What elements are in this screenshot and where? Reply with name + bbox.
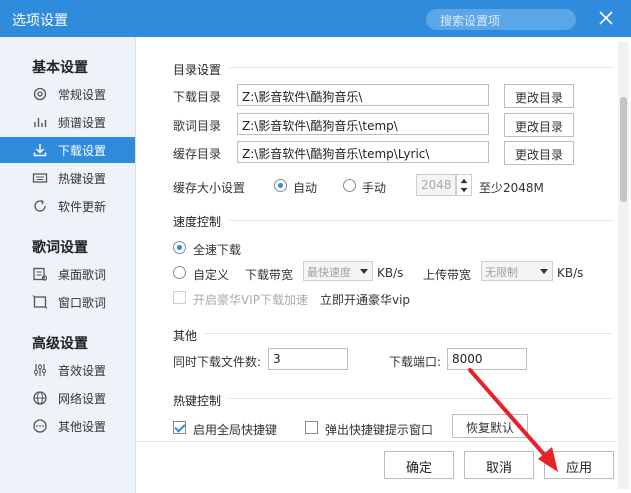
- sidebar-item-label: 其他设置: [58, 420, 107, 434]
- download-dir-label: 下载目录: [173, 90, 222, 104]
- chevron-down-icon: [540, 269, 548, 274]
- globe-icon: [33, 391, 47, 405]
- desktop-lyric-icon: [33, 267, 48, 281]
- more-icon: [33, 419, 47, 433]
- title-bar: 选项设置 搜索设置项: [0, 0, 631, 37]
- cache-manual-label: 手动: [362, 181, 387, 195]
- sidebar-item-window-lyric[interactable]: 窗口歌词: [0, 289, 135, 315]
- settings-panel: 目录设置 下载目录 Z:\影音软件\酷狗音乐\ 更改目录 歌词目录 Z:\影音软…: [137, 37, 631, 493]
- sidebar-item-label: 桌面歌词: [58, 268, 107, 282]
- cache-dir-label: 缓存目录: [173, 147, 222, 161]
- equalizer-icon: [33, 364, 47, 376]
- sidebar-item-other[interactable]: 其他设置: [0, 413, 135, 439]
- scrollbar[interactable]: [618, 42, 629, 489]
- global-hotkey-checkbox[interactable]: [173, 421, 186, 434]
- sidebar-item-label: 音效设置: [58, 364, 107, 378]
- cache-size-label: 缓存大小设置: [173, 181, 246, 195]
- upload-bandwidth-value: 无限制: [485, 266, 518, 279]
- sidebar-item-label: 网络设置: [58, 392, 107, 406]
- chevron-up-icon[interactable]: [458, 176, 470, 185]
- download-dir-field[interactable]: Z:\影音软件\酷狗音乐\: [237, 84, 489, 106]
- download-icon: [33, 144, 47, 157]
- change-cache-dir-button[interactable]: 更改目录: [504, 141, 574, 165]
- sidebar-item-hotkey[interactable]: 热键设置: [0, 165, 135, 191]
- window-lyric-icon: [32, 295, 48, 309]
- download-bandwidth-select[interactable]: 最快速度: [303, 261, 373, 281]
- footer-divider: [137, 441, 617, 442]
- upload-bandwidth-label: 上传带宽: [423, 268, 472, 282]
- full-speed-radio[interactable]: [173, 241, 186, 254]
- divider: [205, 333, 613, 334]
- download-unit: KB/s: [377, 266, 404, 280]
- popup-tip-label: 弹出快捷键提示窗口: [325, 423, 434, 437]
- custom-speed-label: 自定义: [193, 268, 230, 282]
- cache-auto-label: 自动: [293, 181, 318, 195]
- download-port-field[interactable]: 8000: [447, 348, 527, 370]
- change-download-dir-button[interactable]: 更改目录: [504, 84, 574, 108]
- chevron-down-icon: [360, 269, 368, 274]
- group-title-other: 其他: [173, 329, 198, 343]
- cache-dir-field[interactable]: Z:\影音软件\酷狗音乐\temp\Lyric\: [237, 141, 489, 163]
- sidebar-item-general[interactable]: 常规设置: [0, 81, 135, 107]
- sidebar: 基本设置 常规设置 频谱设置 下载设置 热键设置 软件更新 歌词设置 桌面歌词 …: [0, 37, 136, 493]
- download-bandwidth-label: 下载带宽: [245, 268, 294, 282]
- sidebar-item-desktop-lyric[interactable]: 桌面歌词: [0, 261, 135, 287]
- upload-unit: KB/s: [557, 266, 584, 280]
- sidebar-section-advanced: 高级设置: [32, 336, 88, 352]
- sidebar-item-update[interactable]: 软件更新: [0, 193, 135, 219]
- apply-button[interactable]: 应用: [544, 451, 614, 479]
- lyric-dir-label: 歌词目录: [173, 119, 222, 133]
- cache-size-field[interactable]: 2048: [416, 174, 456, 196]
- change-lyric-dir-button[interactable]: 更改目录: [504, 113, 574, 137]
- concurrent-downloads-field[interactable]: 3: [268, 348, 348, 370]
- divider: [229, 398, 613, 399]
- sidebar-item-label: 窗口歌词: [58, 296, 107, 310]
- restore-default-button[interactable]: 恢复默认: [452, 414, 528, 438]
- download-bandwidth-value: 最快速度: [307, 266, 351, 279]
- sidebar-item-download[interactable]: 下载设置: [0, 137, 135, 163]
- refresh-icon: [34, 199, 46, 212]
- sidebar-section-basic: 基本设置: [32, 60, 88, 76]
- divider: [229, 67, 613, 68]
- gear-icon: [33, 87, 47, 101]
- download-port-label: 下载端口:: [389, 355, 442, 369]
- cache-manual-radio[interactable]: [343, 179, 356, 192]
- close-icon[interactable]: [598, 10, 614, 26]
- sidebar-item-network[interactable]: 网络设置: [0, 385, 135, 411]
- sidebar-item-label: 下载设置: [58, 144, 107, 158]
- sidebar-section-lyrics: 歌词设置: [32, 240, 88, 256]
- concurrent-downloads-label: 同时下载文件数:: [173, 355, 262, 369]
- vip-accelerate-checkbox[interactable]: [173, 291, 186, 304]
- spectrum-icon: [34, 118, 47, 127]
- chevron-down-icon[interactable]: [458, 186, 470, 195]
- sidebar-item-label: 频谱设置: [58, 116, 107, 130]
- sidebar-item-label: 常规设置: [58, 88, 107, 102]
- sidebar-item-label: 热键设置: [58, 172, 107, 186]
- group-title-hotkey: 热键控制: [173, 394, 222, 408]
- sidebar-item-label: 软件更新: [58, 200, 107, 214]
- sidebar-item-spectrum[interactable]: 频谱设置: [0, 109, 135, 135]
- ok-button[interactable]: 确定: [384, 451, 454, 479]
- group-title-speed: 速度控制: [173, 215, 222, 229]
- popup-tip-checkbox[interactable]: [305, 421, 318, 434]
- cancel-button[interactable]: 取消: [464, 451, 534, 479]
- custom-speed-radio[interactable]: [173, 266, 186, 279]
- vip-accelerate-label: 开启豪华VIP下载加速: [193, 293, 308, 307]
- cache-size-stepper[interactable]: [456, 174, 472, 196]
- upload-bandwidth-select[interactable]: 无限制: [481, 261, 553, 281]
- scrollbar-thumb[interactable]: [620, 97, 627, 202]
- keyboard-icon: [32, 173, 48, 183]
- cache-auto-radio[interactable]: [274, 179, 287, 192]
- sidebar-item-sound-effect[interactable]: 音效设置: [0, 357, 135, 383]
- window-title: 选项设置: [12, 13, 68, 29]
- global-hotkey-label: 启用全局快捷键: [193, 423, 278, 437]
- cache-size-hint: 至少2048M: [479, 181, 544, 195]
- full-speed-label: 全速下载: [193, 243, 242, 257]
- search-input[interactable]: 搜索设置项: [426, 9, 576, 30]
- vip-open-link[interactable]: 立即开通豪华vip: [320, 291, 410, 308]
- group-title-directory: 目录设置: [173, 63, 222, 77]
- lyric-dir-field[interactable]: Z:\影音软件\酷狗音乐\temp\: [237, 113, 489, 135]
- divider: [229, 220, 613, 221]
